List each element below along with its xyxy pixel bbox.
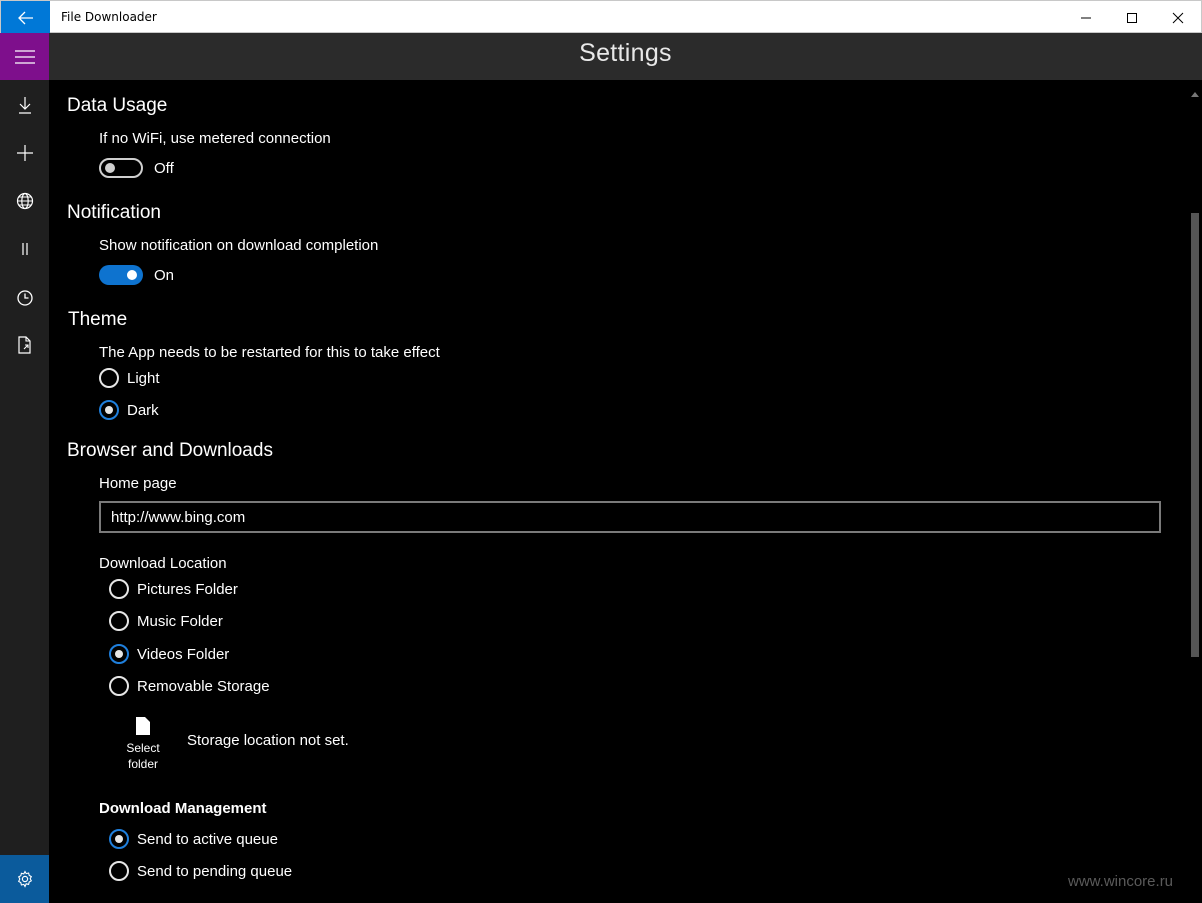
notification-label: Show notification on download completion xyxy=(99,237,379,254)
minimize-icon xyxy=(1081,17,1091,18)
section-title-theme: Theme xyxy=(68,309,128,330)
radio-dot xyxy=(105,406,113,414)
maximize-button[interactable] xyxy=(1109,1,1155,34)
scroll-thumb[interactable] xyxy=(1191,213,1199,657)
file-icon xyxy=(136,717,150,735)
storage-status-text: Storage location not set. xyxy=(187,732,349,749)
section-title-browser-downloads: Browser and Downloads xyxy=(67,440,273,461)
hamburger-button[interactable] xyxy=(0,33,49,80)
metered-connection-toggle[interactable] xyxy=(99,158,143,178)
nav-rail xyxy=(0,33,49,903)
caret-up-icon xyxy=(1190,91,1199,97)
theme-radio-light[interactable] xyxy=(99,368,119,388)
vertical-scrollbar[interactable] xyxy=(1187,80,1202,903)
back-button[interactable] xyxy=(1,1,50,34)
file-export-icon xyxy=(17,336,31,354)
rail-item-downloads[interactable] xyxy=(0,81,49,129)
rail-item-history[interactable] xyxy=(0,274,49,322)
add-icon xyxy=(16,145,33,161)
queue-pending-label: Send to pending queue xyxy=(137,863,293,880)
radio-dot xyxy=(115,650,123,658)
location-music-label: Music Folder xyxy=(137,613,223,630)
pause-icon xyxy=(21,243,28,255)
globe-icon xyxy=(16,192,33,210)
arrow-left-icon xyxy=(17,11,33,24)
home-page-input[interactable] xyxy=(99,501,1161,533)
location-radio-videos[interactable] xyxy=(109,644,129,664)
queue-active-label: Send to active queue xyxy=(137,831,278,848)
watermark: www.wincore.ru xyxy=(1068,873,1174,890)
theme-option-light-label: Light xyxy=(127,370,160,387)
maximize-icon xyxy=(1127,12,1137,23)
location-radio-music[interactable] xyxy=(109,611,129,631)
location-removable-label: Removable Storage xyxy=(137,678,270,695)
queue-radio-active[interactable] xyxy=(109,829,129,849)
location-radio-pictures[interactable] xyxy=(109,579,129,599)
close-button[interactable] xyxy=(1155,1,1201,34)
section-title-notification: Notification xyxy=(67,202,161,223)
section-title-data-usage: Data Usage xyxy=(67,95,168,116)
window-title: File Downloader xyxy=(61,10,157,24)
page-title: Settings xyxy=(579,39,672,67)
minimize-button[interactable] xyxy=(1063,1,1109,34)
settings-content: Data Usage If no WiFi, use metered conne… xyxy=(49,80,1187,903)
metered-connection-label: If no WiFi, use metered connection xyxy=(99,130,331,147)
download-location-label: Download Location xyxy=(99,555,227,572)
page-header: Settings xyxy=(49,33,1202,80)
scroll-up-button[interactable] xyxy=(1187,88,1202,100)
theme-option-dark-label: Dark xyxy=(127,402,159,419)
gear-icon xyxy=(17,870,32,888)
radio-dot xyxy=(115,835,123,843)
toggle-knob xyxy=(127,270,137,280)
history-icon xyxy=(16,290,33,306)
downloads-icon xyxy=(18,97,31,114)
location-radio-removable[interactable] xyxy=(109,676,129,696)
location-pictures-label: Pictures Folder xyxy=(137,581,238,598)
rail-item-export[interactable] xyxy=(0,321,49,369)
rail-item-add[interactable] xyxy=(0,129,49,177)
rail-item-browser[interactable] xyxy=(0,177,49,225)
select-folder-line2: folder xyxy=(127,757,159,771)
location-videos-label: Videos Folder xyxy=(137,646,230,663)
rail-item-settings[interactable] xyxy=(0,855,49,903)
hamburger-icon xyxy=(14,49,35,64)
queue-radio-pending[interactable] xyxy=(109,861,129,881)
title-bar: File Downloader xyxy=(0,0,1202,34)
metered-toggle-state: Off xyxy=(154,160,174,177)
theme-radio-dark[interactable] xyxy=(99,400,119,420)
rail-item-paused[interactable] xyxy=(0,225,49,273)
select-folder-line1: Select xyxy=(126,741,160,755)
home-page-label: Home page xyxy=(99,475,177,492)
theme-restart-note: The App needs to be restarted for this t… xyxy=(99,344,440,361)
toggle-knob xyxy=(105,163,115,173)
notification-toggle-state: On xyxy=(154,267,175,284)
close-icon xyxy=(1172,12,1184,23)
download-management-title: Download Management xyxy=(99,800,267,817)
select-folder-button[interactable]: Select folder xyxy=(113,714,173,774)
notification-toggle[interactable] xyxy=(99,265,143,285)
